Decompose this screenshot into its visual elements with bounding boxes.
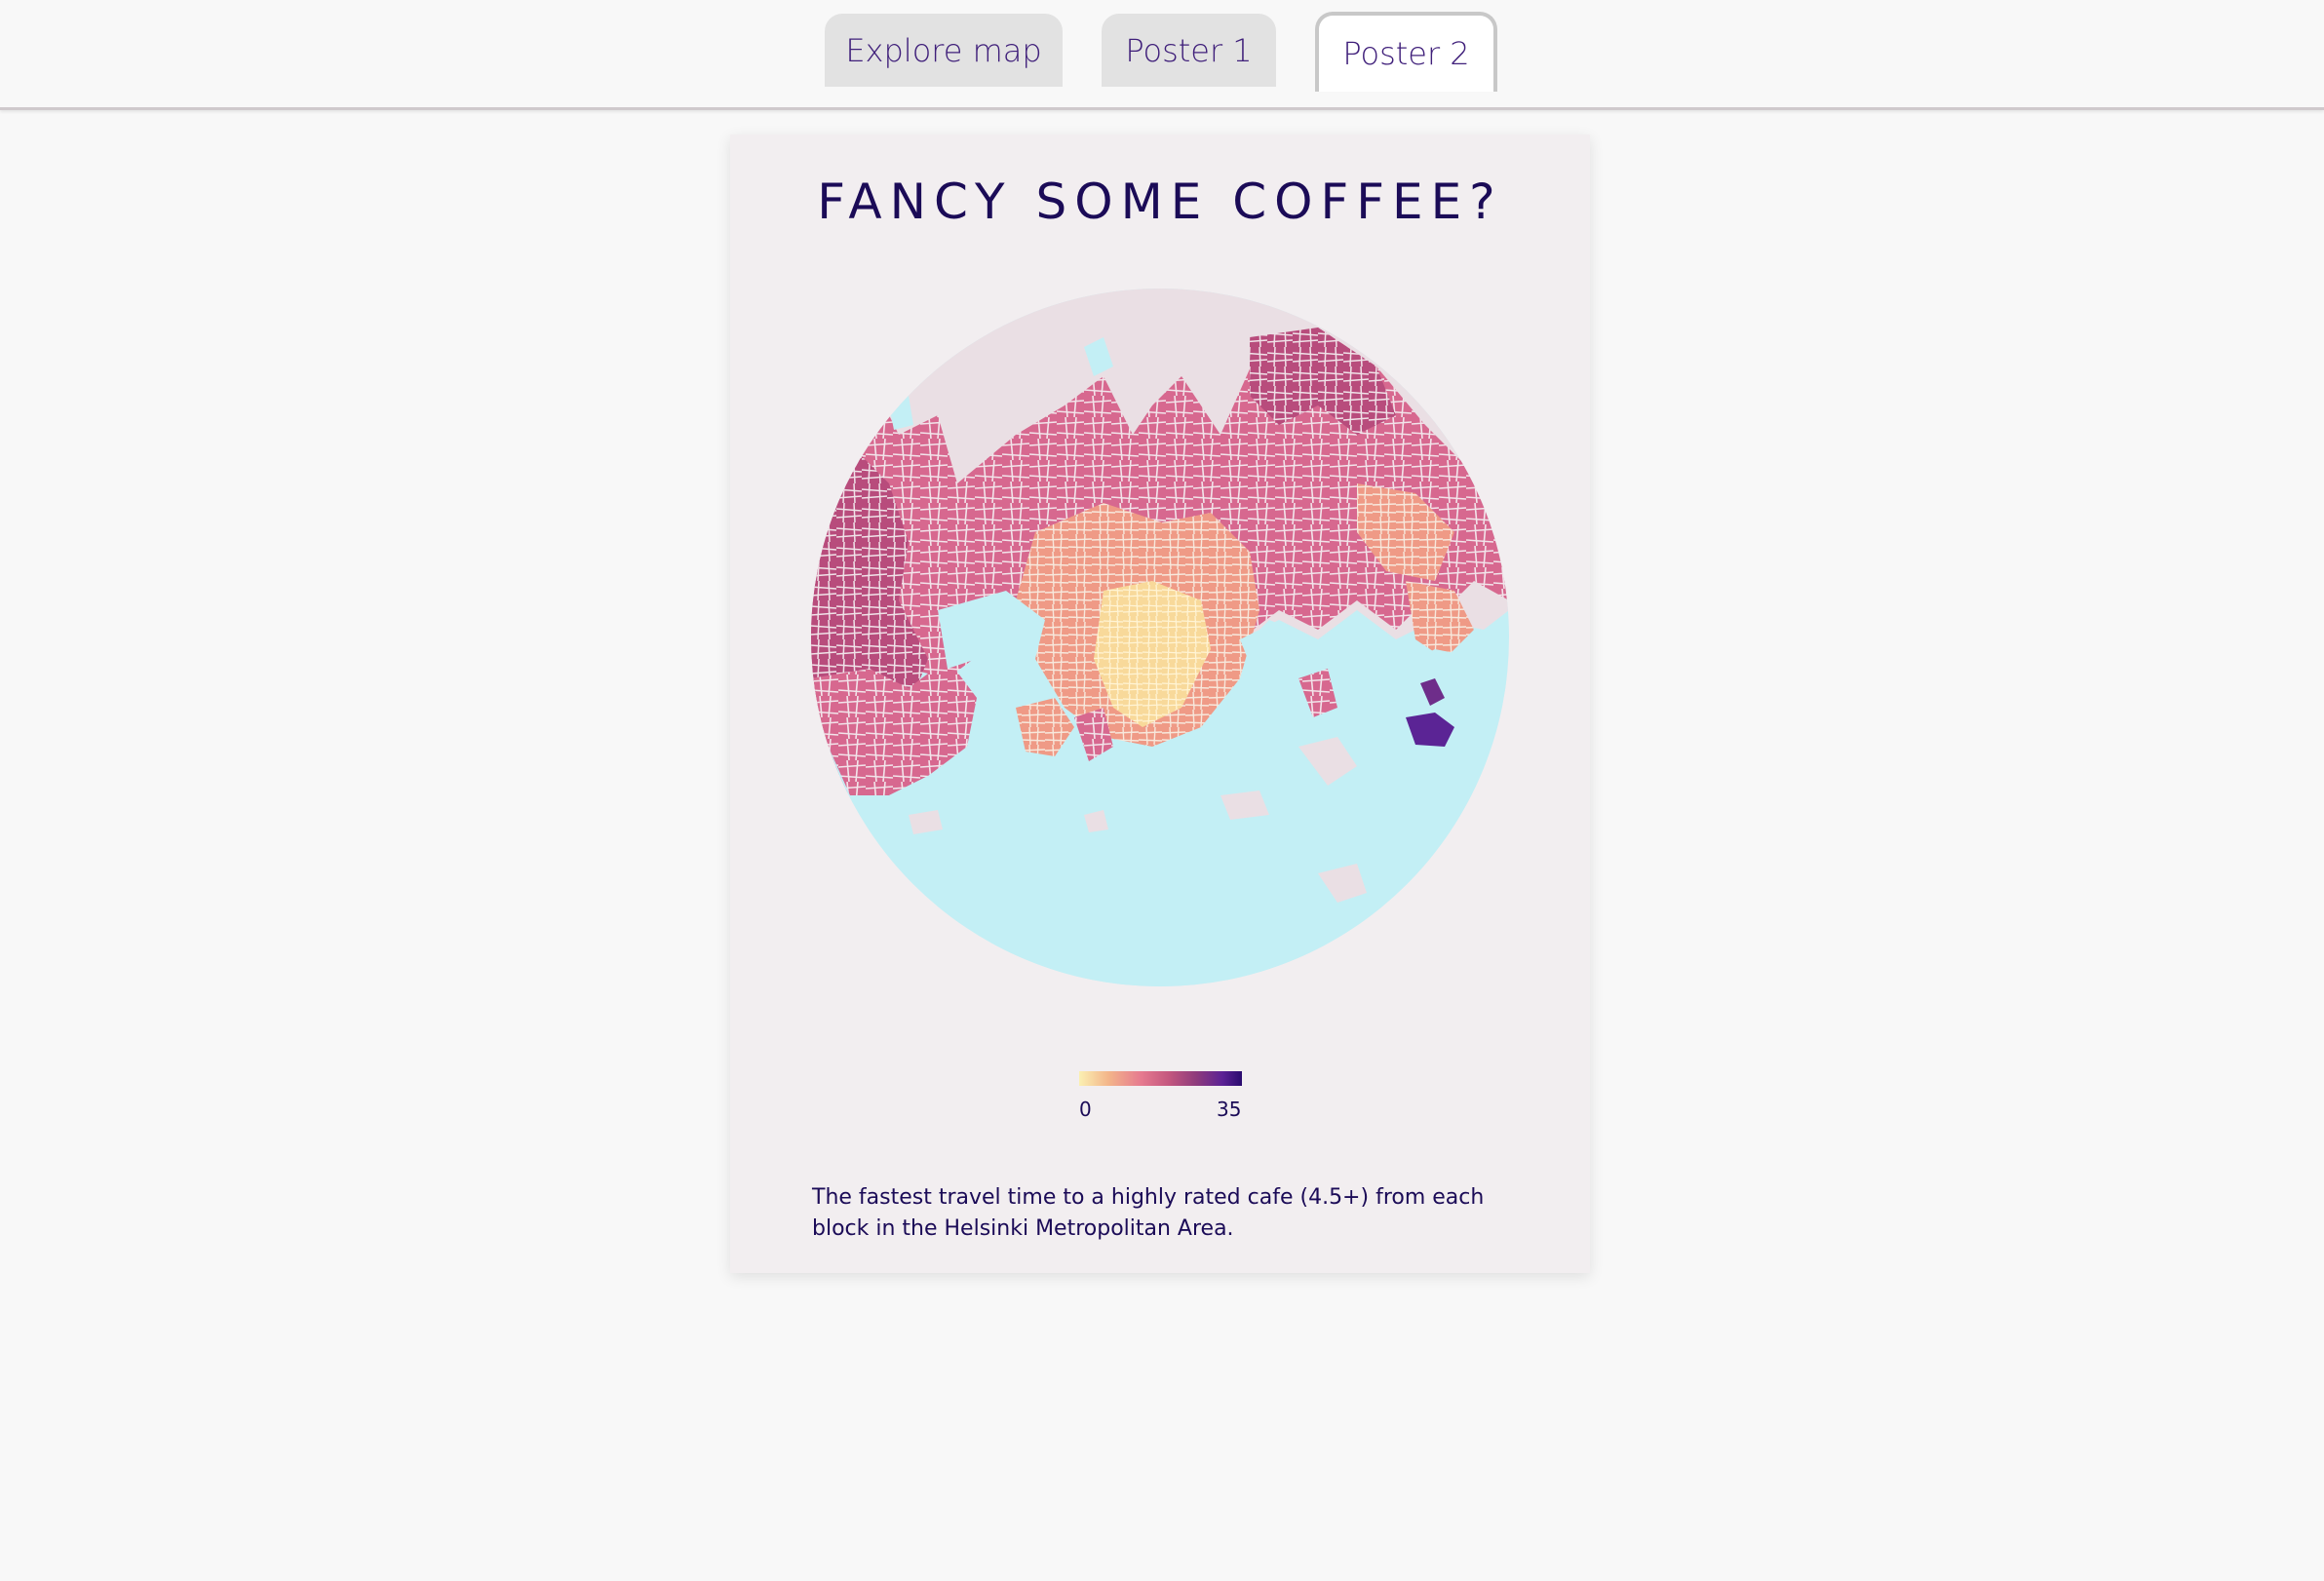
legend-min-label: 0: [1079, 1098, 1092, 1121]
tab-poster-2[interactable]: Poster 2: [1315, 12, 1497, 92]
legend-color-scale: [1079, 1071, 1242, 1086]
map-graphic: [811, 289, 1509, 986]
poster-card: FANCY SOME COFFEE? 0 35 The fastest trav…: [730, 135, 1590, 1273]
poster-caption: The fastest travel time to a highly rate…: [812, 1185, 1485, 1241]
tab-explore-map[interactable]: Explore map: [825, 14, 1063, 87]
tab-bar: Explore map Poster 1 Poster 2: [0, 0, 2324, 110]
travel-time-map: [811, 289, 1509, 986]
poster-title: FANCY SOME COFFEE?: [817, 174, 1503, 230]
legend-max-label: 35: [1217, 1098, 1242, 1121]
tab-poster-1[interactable]: Poster 1: [1102, 14, 1276, 87]
